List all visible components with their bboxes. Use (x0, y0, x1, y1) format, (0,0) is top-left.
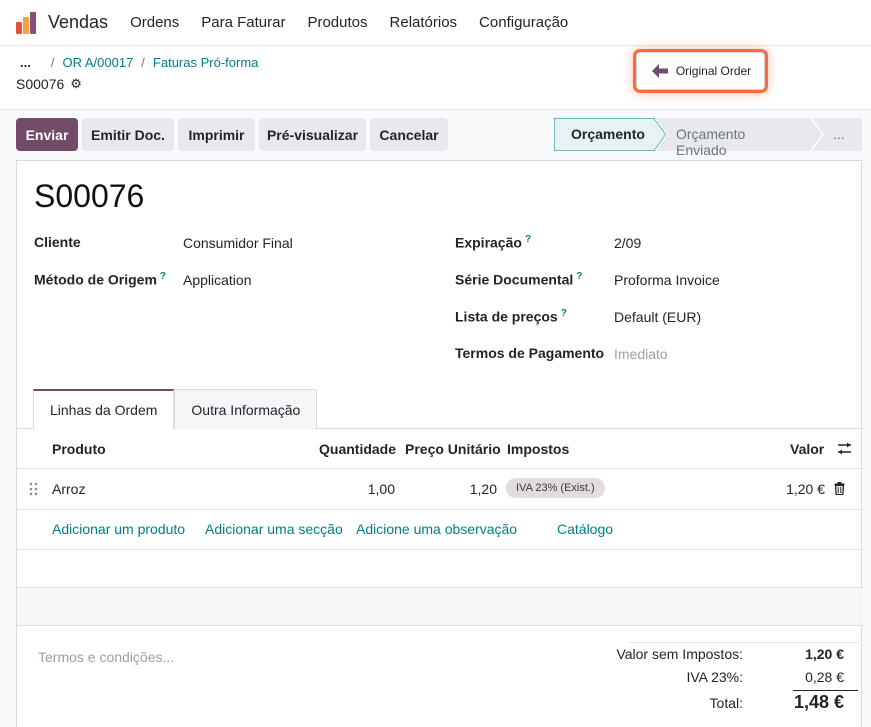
column-settings-icon[interactable] (837, 441, 852, 456)
trash-icon[interactable] (834, 482, 845, 495)
add-line-links: Adicionar um produto Adicionar uma secçã… (17, 510, 863, 550)
label-tax: IVA 23%: (686, 669, 743, 685)
arrow-left-icon (651, 64, 668, 78)
field-metodo-origem[interactable]: Application (183, 272, 252, 288)
field-termos-pagamento[interactable]: Imediato (614, 346, 668, 362)
field-lista-precos[interactable]: Default (EUR) (614, 309, 701, 325)
gear-icon[interactable]: ⚙ (70, 76, 82, 92)
terms-conditions-input[interactable]: Termos e condições... (38, 649, 174, 665)
field-serie-documental[interactable]: Proforma Invoice (614, 272, 720, 288)
drag-handle-icon[interactable] (29, 482, 39, 496)
col-impostos[interactable]: Impostos (507, 441, 569, 457)
cell-quantidade[interactable]: 1,00 (368, 481, 395, 497)
help-icon[interactable]: ? (561, 308, 567, 319)
stage-orcamento-enviado[interactable]: Orçamento Enviado (676, 126, 745, 158)
original-order-button[interactable]: Original Order (636, 52, 765, 90)
value-untaxed: 1,20 € (805, 646, 844, 662)
col-quantidade[interactable]: Quantidade (319, 441, 396, 457)
label-lista-precos: Lista de preços? (455, 308, 567, 325)
sales-app-icon[interactable] (16, 11, 38, 34)
help-icon[interactable]: ? (160, 271, 166, 282)
page-title: S00076 (34, 178, 145, 214)
col-valor[interactable]: Valor (790, 441, 824, 457)
stage-more[interactable]: ... (833, 126, 845, 142)
label-termos-pagamento: Termos de Pagamento (455, 345, 605, 361)
value-total: 1,48 € (793, 692, 844, 712)
cell-produto[interactable]: Arroz (52, 481, 85, 497)
field-cliente[interactable]: Consumidor Final (183, 235, 293, 251)
menu-relatorios[interactable]: Relatórios (390, 14, 458, 31)
table-row[interactable]: Arroz 1,00 1,20 IVA 23% (Exist.) 1,20 € (17, 469, 863, 510)
label-cliente: Cliente (34, 234, 81, 250)
label-metodo-origem: Método de Origem? (34, 271, 167, 288)
add-section-link[interactable]: Adicionar uma secção (205, 521, 343, 537)
value-tax: 0,28 € (805, 669, 844, 685)
app-name[interactable]: Vendas (48, 12, 108, 33)
record-name: S00076 ⚙ (16, 76, 82, 92)
action-bar: Enviar Emitir Doc. Imprimir Pré-visualiz… (0, 110, 871, 160)
cell-valor: 1,20 € (786, 481, 825, 497)
help-icon[interactable]: ? (525, 234, 531, 245)
tab-outra-informacao[interactable]: Outra Informação (174, 389, 318, 429)
empty-row (17, 550, 863, 588)
menu-ordens[interactable]: Ordens (130, 14, 179, 31)
tab-linhas-ordem[interactable]: Linhas da Ordem (33, 389, 175, 429)
label-expiracao: Expiração? (455, 234, 532, 251)
print-button[interactable]: Imprimir (178, 118, 255, 151)
add-product-link[interactable]: Adicionar um produto (52, 521, 185, 537)
menu-produtos[interactable]: Produtos (307, 14, 367, 31)
breadcrumb-item-proforma[interactable]: Faturas Pró-forma (153, 55, 258, 70)
form-sheet: S00076 Cliente Consumidor Final Método d… (16, 160, 863, 727)
catalog-link[interactable]: Catálogo (557, 521, 613, 537)
label-total: Total: (709, 695, 743, 711)
help-icon[interactable]: ? (576, 271, 582, 282)
col-produto[interactable]: Produto (52, 441, 106, 457)
add-note-link[interactable]: Adicione uma observação (356, 521, 517, 537)
menu-para-faturar[interactable]: Para Faturar (201, 14, 285, 31)
cell-preco[interactable]: 1,20 (470, 481, 497, 497)
top-navbar: Vendas Ordens Para Faturar Produtos Rela… (0, 0, 871, 46)
label-serie-documental: Série Documental? (455, 271, 583, 288)
menu-configuracao[interactable]: Configuração (479, 14, 568, 31)
notebook-tabs: Linhas da Ordem Outra Informação (33, 389, 318, 429)
stage-orcamento[interactable]: Orçamento (571, 126, 645, 142)
col-preco-unitario[interactable]: Preço Unitário (405, 441, 501, 457)
breadcrumb: ... / OR A/00017 / Faturas Pró-forma (20, 55, 259, 70)
send-button[interactable]: Enviar (16, 118, 78, 151)
issue-doc-button[interactable]: Emitir Doc. (82, 118, 174, 151)
field-expiracao[interactable]: 2/09 (614, 235, 641, 251)
preview-button[interactable]: Pré-visualizar (259, 118, 366, 151)
tax-badge[interactable]: IVA 23% (Exist.) (506, 478, 605, 498)
breadcrumb-item-order[interactable]: OR A/00017 (62, 55, 133, 70)
cancel-button[interactable]: Cancelar (370, 118, 448, 151)
label-untaxed: Valor sem Impostos: (616, 646, 743, 662)
order-lines-header: Produto Quantidade Preço Unitário Impost… (17, 429, 863, 469)
breadcrumb-ellipsis[interactable]: ... (20, 55, 31, 70)
empty-row (17, 588, 863, 626)
